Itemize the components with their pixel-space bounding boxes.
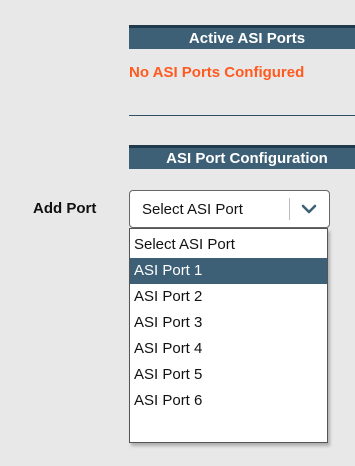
add-port-label: Add Port: [33, 200, 97, 217]
chevron-down-icon[interactable]: [297, 197, 321, 221]
asi-port-configuration-header: ASI Port Configuration: [129, 145, 355, 169]
option-asi-port-2[interactable]: ASI Port 2: [130, 284, 327, 310]
option-asi-port-1[interactable]: ASI Port 1: [130, 258, 327, 284]
option-select-asi-port[interactable]: Select ASI Port: [130, 232, 327, 258]
asi-port-select[interactable]: Select ASI Port: [129, 190, 330, 228]
asi-port-dropdown-list: Select ASI Port ASI Port 1 ASI Port 2 AS…: [129, 228, 328, 443]
no-ports-status-text: No ASI Ports Configured: [129, 64, 305, 81]
asi-port-configuration-title: ASI Port Configuration: [166, 150, 328, 167]
option-asi-port-3[interactable]: ASI Port 3: [130, 310, 327, 336]
option-asi-port-4[interactable]: ASI Port 4: [130, 336, 327, 362]
active-asi-ports-header: Active ASI Ports: [129, 25, 355, 49]
option-asi-port-6[interactable]: ASI Port 6: [130, 388, 327, 414]
option-asi-port-5[interactable]: ASI Port 5: [130, 362, 327, 388]
asi-port-select-value: Select ASI Port: [142, 200, 243, 218]
select-separator: [289, 198, 290, 220]
section-divider: [129, 115, 355, 116]
active-asi-ports-title: Active ASI Ports: [188, 30, 306, 47]
